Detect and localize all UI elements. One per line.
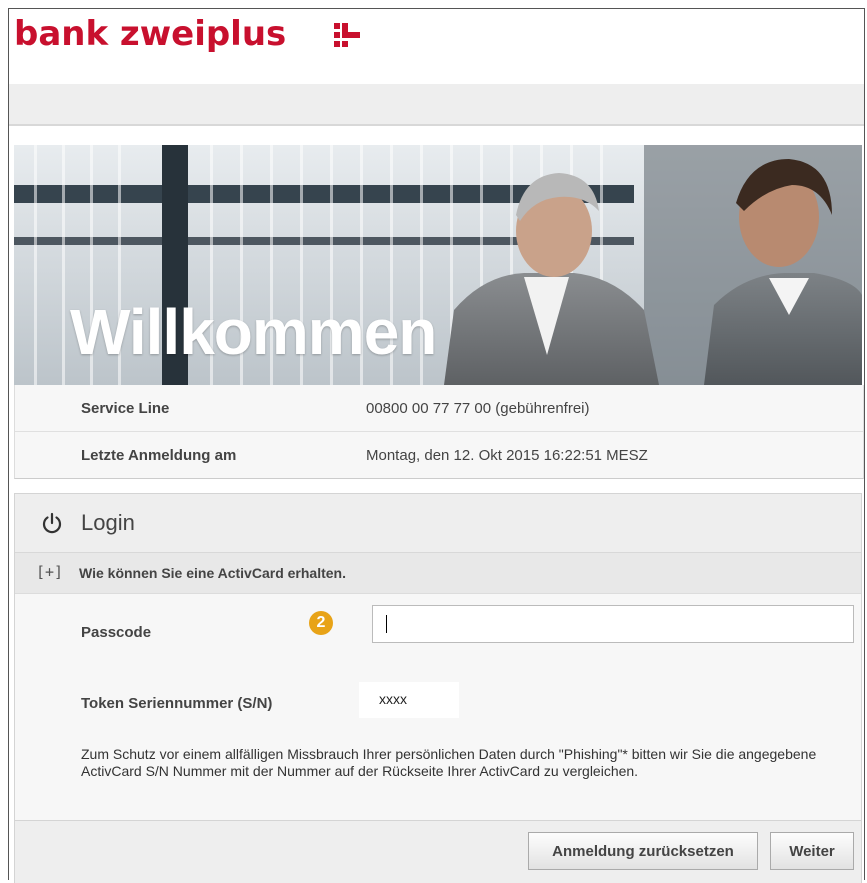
info-table: Service Line 00800 00 77 77 00 (gebühren… (14, 385, 864, 479)
token-serial-label: Token Seriennummer (S/N) (81, 695, 273, 712)
info-label: Service Line (81, 400, 170, 417)
next-button[interactable]: Weiter (770, 832, 854, 870)
power-icon (42, 512, 62, 534)
login-header: Login (15, 494, 861, 553)
hero-title: Willkommen (70, 296, 437, 368)
brand-logo: bank zweiplus (14, 14, 287, 54)
activcard-info-link[interactable]: Wie können Sie eine ActivCard erhalten. (79, 565, 346, 581)
hero-banner: Willkommen (14, 145, 862, 385)
info-value: 00800 00 77 77 00 (gebührenfrei) (366, 400, 590, 417)
info-row-service-line: Service Line 00800 00 77 77 00 (gebühren… (15, 385, 863, 432)
info-value: Montag, den 12. Okt 2015 16:22:51 MESZ (366, 447, 648, 464)
reset-login-button[interactable]: Anmeldung zurücksetzen (528, 832, 758, 870)
passcode-input[interactable] (372, 605, 854, 643)
login-actions-bar: Anmeldung zurücksetzen Weiter (15, 820, 861, 883)
phishing-notice: Zum Schutz vor einem allfälligen Missbra… (81, 746, 817, 779)
top-nav-bar (9, 84, 864, 126)
passcode-label: Passcode (81, 624, 152, 641)
step-badge: 2 (309, 611, 333, 635)
info-label: Letzte Anmeldung am (81, 447, 237, 464)
info-row-last-login: Letzte Anmeldung am Montag, den 12. Okt … (15, 432, 863, 478)
token-serial-value: xxxx (379, 691, 407, 707)
activcard-info-toggle[interactable]: [+] Wie können Sie eine ActivCard erhalt… (15, 553, 861, 594)
login-title: Login (81, 510, 135, 535)
token-serial-field: xxxx (359, 682, 459, 718)
brand-logo-mark (334, 23, 360, 47)
expand-plus-icon[interactable]: [+] (36, 563, 63, 581)
text-caret (386, 615, 387, 633)
login-panel: Login [+] Wie können Sie eine ActivCard … (14, 493, 862, 883)
